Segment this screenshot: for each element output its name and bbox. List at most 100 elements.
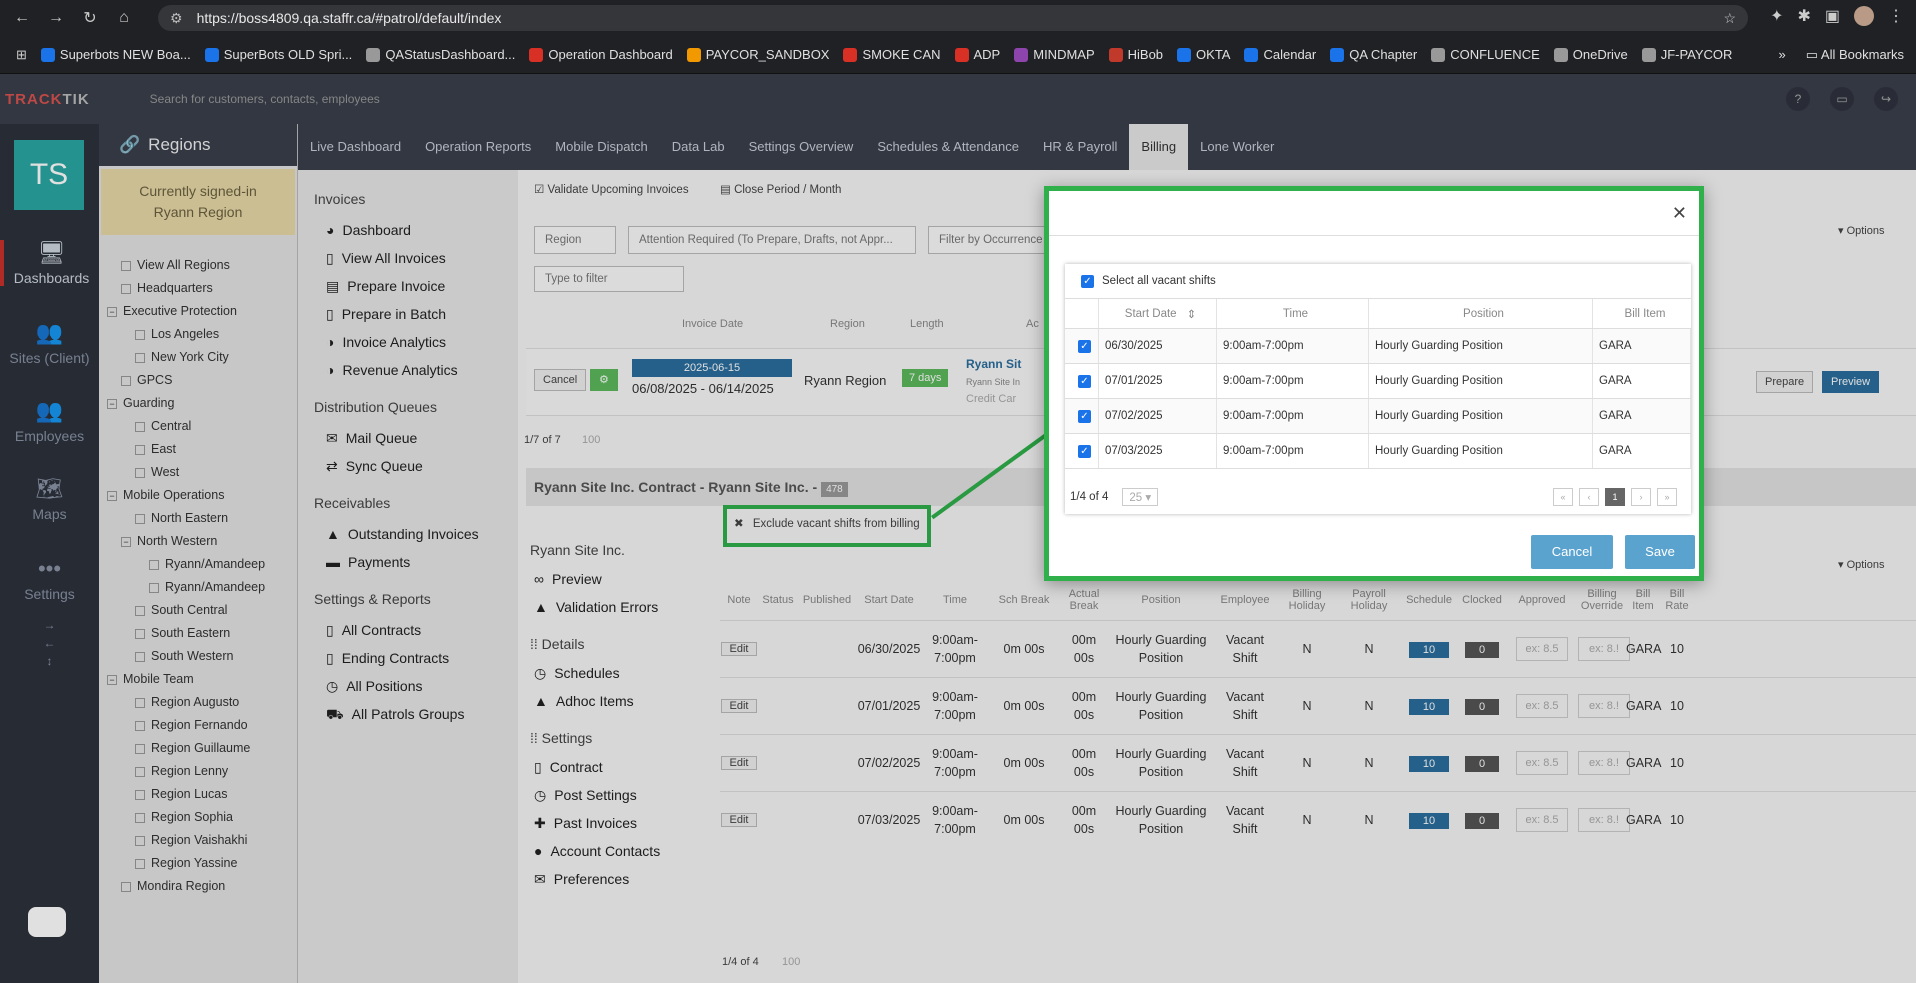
preferences-link[interactable]: ✉ Preferences <box>534 865 720 893</box>
region-select[interactable]: Region <box>534 226 616 254</box>
user-avatar[interactable]: TS <box>14 140 84 210</box>
bookmark-item[interactable]: OKTA <box>1177 47 1230 62</box>
approved-input[interactable]: ex: 8.5 <box>1516 808 1568 832</box>
node-icon[interactable] <box>149 559 159 570</box>
global-search-input[interactable]: Search for customers, contacts, employee… <box>150 92 380 106</box>
region-tree-item[interactable]: Region Lenny <box>99 760 284 783</box>
region-tree-item[interactable]: Region Vaishakhi <box>99 829 284 852</box>
node-icon[interactable] <box>135 720 145 731</box>
all-bookmarks[interactable]: ▭ All Bookmarks <box>1806 47 1904 63</box>
billing-menu-item[interactable]: ▬ Payments <box>326 548 518 576</box>
region-tree-item[interactable]: − Guarding <box>99 392 284 415</box>
region-tree-item[interactable]: West <box>99 461 284 484</box>
rail-maps[interactable]: 🗺 Maps <box>0 476 99 522</box>
rail-employees[interactable]: 👥 Employees <box>0 398 99 444</box>
menu-icon[interactable]: ⋮ <box>1888 6 1904 26</box>
cancel-invoice-button[interactable]: Cancel <box>534 369 587 391</box>
region-tree-item[interactable]: South Eastern <box>99 622 284 645</box>
bookmark-item[interactable]: SMOKE CAN <box>843 47 941 62</box>
attention-select[interactable]: Attention Required (To Prepare, Drafts, … <box>628 226 916 254</box>
region-tree-item[interactable]: Region Sophia <box>99 806 284 829</box>
validate-upcoming-checkbox[interactable]: ☑ Validate Upcoming Invoices <box>534 182 689 196</box>
prev-page-icon[interactable]: ‹ <box>1579 487 1599 506</box>
region-tree-item[interactable]: Region Lucas <box>99 783 284 806</box>
region-tree-item[interactable]: View All Regions <box>99 254 284 277</box>
collapse-icon[interactable]: − <box>107 398 117 409</box>
extension-icon[interactable]: ✦ <box>1770 6 1783 26</box>
bookmark-item[interactable]: Superbots NEW Boa... <box>40 47 191 62</box>
bookmark-item[interactable]: PAYCOR_SANDBOX <box>686 47 829 62</box>
last-page-icon[interactable]: » <box>1657 487 1677 506</box>
bookmark-item[interactable]: Operation Dashboard <box>529 47 673 62</box>
region-tree-item[interactable]: − Executive Protection <box>99 300 284 323</box>
billing-menu-item[interactable]: ▯ All Contracts <box>326 616 518 644</box>
collapse-icon[interactable]: − <box>107 306 117 317</box>
node-icon[interactable] <box>135 444 145 455</box>
node-icon[interactable] <box>135 628 145 639</box>
bookmark-item[interactable]: Calendar <box>1244 47 1316 62</box>
billing-menu-item[interactable]: ▯ Prepare in Batch <box>326 300 518 328</box>
bookmark-item[interactable]: QAStatusDashboard... <box>366 47 515 62</box>
back-icon[interactable]: ← <box>10 6 34 30</box>
billing-menu-item[interactable]: ✉ Mail Queue <box>326 424 518 452</box>
bookmark-item[interactable]: CONFLUENCE <box>1431 47 1540 62</box>
nav-tab[interactable]: Schedules & Attendance <box>865 124 1031 170</box>
help-icon[interactable]: ? <box>1786 87 1810 111</box>
node-icon[interactable] <box>135 329 145 340</box>
node-icon[interactable] <box>135 513 145 524</box>
more-bookmarks-icon[interactable]: » <box>1779 47 1786 62</box>
invoice-per-page[interactable]: 100 <box>582 434 600 446</box>
rail-sites[interactable]: 👥 Sites (Client) <box>0 320 99 366</box>
region-tree-item[interactable]: Region Yassine <box>99 852 284 875</box>
node-icon[interactable] <box>135 812 145 823</box>
nav-tab[interactable]: Live Dashboard <box>298 124 413 170</box>
override-input[interactable]: ex: 8.! <box>1578 637 1630 661</box>
next-page-icon[interactable]: › <box>1631 487 1651 506</box>
profile-avatar[interactable] <box>1854 6 1874 26</box>
options-dropdown[interactable]: ▾ Options <box>1838 224 1885 237</box>
bookmark-item[interactable]: JF-PAYCOR <box>1641 47 1732 62</box>
approved-input[interactable]: ex: 8.5 <box>1516 637 1568 661</box>
bookmark-item[interactable]: QA Chapter <box>1330 47 1417 62</box>
preview-link[interactable]: ∞ Preview <box>534 565 720 593</box>
bookmark-star-icon[interactable]: ☆ <box>1723 10 1736 27</box>
region-tree-item[interactable]: − North Western <box>99 530 284 553</box>
region-tree-item[interactable]: − Mobile Team <box>99 668 284 691</box>
modal-per-page[interactable]: 25 ▾ <box>1122 487 1159 506</box>
billing-menu-item[interactable]: ⇄ Sync Queue <box>326 452 518 480</box>
collapse-icon[interactable]: − <box>107 490 117 501</box>
node-icon[interactable] <box>135 789 145 800</box>
extensions-icon[interactable]: ▣ <box>1825 6 1840 26</box>
contract-options-dropdown[interactable]: ▾ Options <box>1838 558 1885 571</box>
region-tree-item[interactable]: North Eastern <box>99 507 284 530</box>
node-icon[interactable] <box>121 881 131 892</box>
edit-button[interactable]: Edit <box>720 813 758 827</box>
node-icon[interactable] <box>135 651 145 662</box>
node-icon[interactable] <box>135 766 145 777</box>
collapse-icon[interactable]: − <box>121 536 131 547</box>
share-icon[interactable]: ↪ <box>1874 87 1898 111</box>
region-tree-item[interactable]: Region Guillaume <box>99 737 284 760</box>
col-invoice-date[interactable]: Invoice Date <box>682 318 743 330</box>
node-icon[interactable] <box>135 835 145 846</box>
col-start-date[interactable]: Start Date ⇕ <box>1099 299 1217 328</box>
edit-button[interactable]: Edit <box>720 642 758 656</box>
address-bar[interactable]: ⚙ https://boss4809.qa.staffr.ca/#patrol/… <box>158 5 1748 31</box>
bookmark-item[interactable]: ADP <box>954 47 1000 62</box>
edit-button[interactable]: Edit <box>720 756 758 770</box>
nav-tab[interactable]: Operation Reports <box>413 124 543 170</box>
preview-button[interactable]: Preview <box>1822 371 1880 393</box>
override-input[interactable]: ex: 8.! <box>1578 751 1630 775</box>
row-checkbox[interactable]: ✓ <box>1078 444 1091 458</box>
nav-tab[interactable]: Data Lab <box>660 124 737 170</box>
shift-per-page[interactable]: 100 <box>782 956 800 968</box>
rail-dashboards[interactable]: 🖥 Dashboards <box>0 240 99 286</box>
billing-menu-item[interactable]: ▲ Outstanding Invoices <box>326 520 518 548</box>
past-invoices-link[interactable]: ✚ Past Invoices <box>534 809 720 837</box>
rail-arrows[interactable]: → ← ↕ <box>0 616 99 670</box>
validation-errors-link[interactable]: ▲ Validation Errors <box>534 593 720 621</box>
bookmark-item[interactable]: HiBob <box>1108 47 1163 62</box>
site-info-icon[interactable]: ⚙ <box>170 10 183 27</box>
node-icon[interactable] <box>135 352 145 363</box>
page-1[interactable]: 1 <box>1605 487 1625 506</box>
